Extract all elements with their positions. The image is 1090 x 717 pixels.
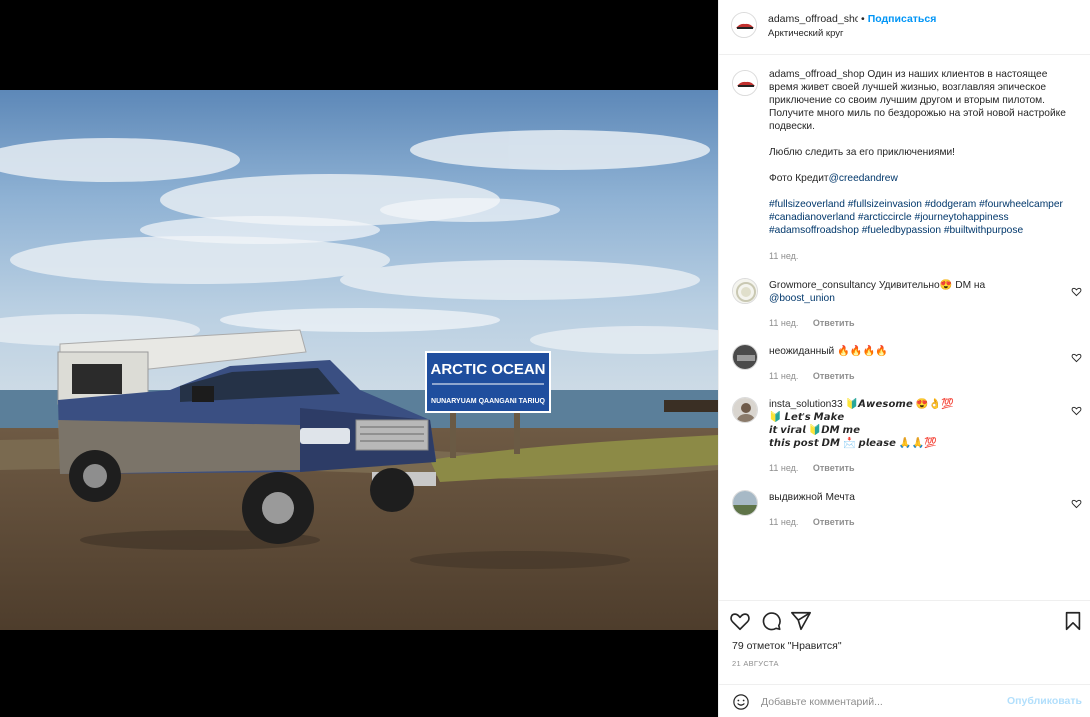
user-avatar-icon [733,491,757,515]
comment-icon[interactable] [760,610,782,632]
avatar[interactable] [732,278,758,304]
caption-meta: 11 нед. [769,251,810,261]
avatar[interactable] [732,490,758,516]
comment-text: Growmore_consultancy Удивительно😍 DM на … [769,279,1069,305]
bookmark-icon[interactable] [1062,610,1084,632]
credit-prefix: Фото Кредит [769,173,829,184]
photo-pane: ARCTIC OCEAN NUNARYUAM QAANGANI TARIUQ [0,0,718,717]
comment-time[interactable]: 11 нед. [769,517,798,527]
sign-subtitle: NUNARYUAM QAANGANI TARIUQ [431,398,545,405]
follow-button[interactable]: Подписаться [868,13,937,25]
comment-line4: 𝙩𝙝𝙞𝙨 𝙥𝙤𝙨𝙩 𝘿𝙈 📩 𝙥𝙡𝙚𝙖𝙨𝙚 🙏🙏💯 [769,438,937,449]
comments-list[interactable]: adams_offroad_shop Один из наших клиенто… [719,56,1090,596]
caption-time[interactable]: 11 нед. [769,251,798,261]
brand-logo-icon [732,13,756,37]
comment-username[interactable]: неожиданный [769,346,834,357]
comment-username[interactable]: выдвижной [769,492,823,503]
credit-mention[interactable]: @creedandrew [829,173,898,184]
header-username[interactable]: adams_offroad_shop [768,13,858,25]
truck-photo-illustration: ARCTIC OCEAN NUNARYUAM QAANGANI TARIUQ [0,90,718,630]
caption-username[interactable]: adams_offroad_shop [769,69,865,80]
comment-username[interactable]: Growmore_consultancy [769,280,876,291]
comment-input[interactable] [761,692,991,712]
location-link[interactable]: Арктический круг [768,28,843,39]
header-user: adams_offroad_shop• Подписаться [768,13,936,25]
comment-line1: 🔰𝘼𝙬𝙚𝙨𝙤𝙢𝙚 😍👌💯 [845,399,954,410]
brand-logo-icon [733,71,757,95]
share-icon[interactable] [790,610,812,632]
publish-button[interactable]: Опубликовать [1007,695,1082,707]
comment-body: Мечта [825,492,855,503]
comment-mention[interactable]: @boost_union [769,293,835,304]
like-comment-heart-icon[interactable] [1071,352,1082,363]
comment-body: 🔥🔥🔥🔥 [837,346,888,357]
heart-icon[interactable] [729,610,751,632]
user-avatar-icon [733,345,757,369]
reply-button[interactable]: Ответить [813,517,855,527]
avatar[interactable] [732,70,758,96]
sign-title: ARCTIC OCEAN [431,361,546,378]
comment-line3: 𝙞𝙩 𝙫𝙞𝙧𝙖𝙡 🔰𝘿𝙈 𝙢𝙚 [769,425,861,436]
post-header: adams_offroad_shop• Подписаться Арктическ… [719,0,1090,55]
separator-dot: • [861,13,865,25]
comment-text: неожиданный 🔥🔥🔥🔥 [769,345,1069,358]
user-avatar-icon [733,398,757,422]
reply-button[interactable]: Ответить [813,318,855,328]
comment-meta: 11 нед. Ответить [769,318,866,328]
comment-text: выдвижной Мечта [769,491,1069,504]
like-comment-heart-icon[interactable] [1071,286,1082,297]
avatar[interactable] [731,12,757,38]
comment-line2: 🔰 𝙇𝙚𝙩'𝙨 𝙈𝙖𝙠𝙚 [769,412,845,423]
comment-time[interactable]: 11 нед. [769,318,798,328]
add-comment-bar: Опубликовать [719,684,1090,717]
caption-text: adams_offroad_shop Один из наших клиенто… [769,68,1069,237]
like-comment-heart-icon[interactable] [1071,498,1082,509]
caption-hashtags[interactable]: #fullsizeoverland #fullsizeinvasion #dod… [769,199,1063,236]
comment-meta: 11 нед. Ответить [769,463,866,473]
like-comment-heart-icon[interactable] [1071,405,1082,416]
comment-meta: 11 нед. Ответить [769,371,866,381]
avatar[interactable] [732,344,758,370]
avatar[interactable] [732,397,758,423]
caption-line2: Люблю следить за его приключениями! [769,147,955,158]
reply-button[interactable]: Ответить [813,371,855,381]
user-avatar-icon [733,279,757,303]
action-bar [719,600,1090,640]
comment-time[interactable]: 11 нед. [769,371,798,381]
comment-username[interactable]: insta_solution33 [769,399,843,410]
reply-button[interactable]: Ответить [813,463,855,473]
instagram-post-modal: ARCTIC OCEAN NUNARYUAM QAANGANI TARIUQ a… [0,0,1090,717]
comment-body: Удивительно😍 DM на [878,280,986,291]
post-sidebar: adams_offroad_shop• Подписаться Арктическ… [718,0,1090,717]
comment-text: insta_solution33 🔰𝘼𝙬𝙚𝙨𝙤𝙢𝙚 😍👌💯 🔰 𝙇𝙚𝙩'𝙨 𝙈𝙖… [769,398,1069,450]
comment-meta: 11 нед. Ответить [769,517,866,527]
likes-count[interactable]: 79 отметок "Нравится" [732,640,842,652]
comment-time[interactable]: 11 нед. [769,463,798,473]
emoji-icon[interactable] [732,693,750,711]
post-photo[interactable]: ARCTIC OCEAN NUNARYUAM QAANGANI TARIUQ [0,90,718,630]
post-date[interactable]: 21 АВГУСТА [732,659,779,668]
